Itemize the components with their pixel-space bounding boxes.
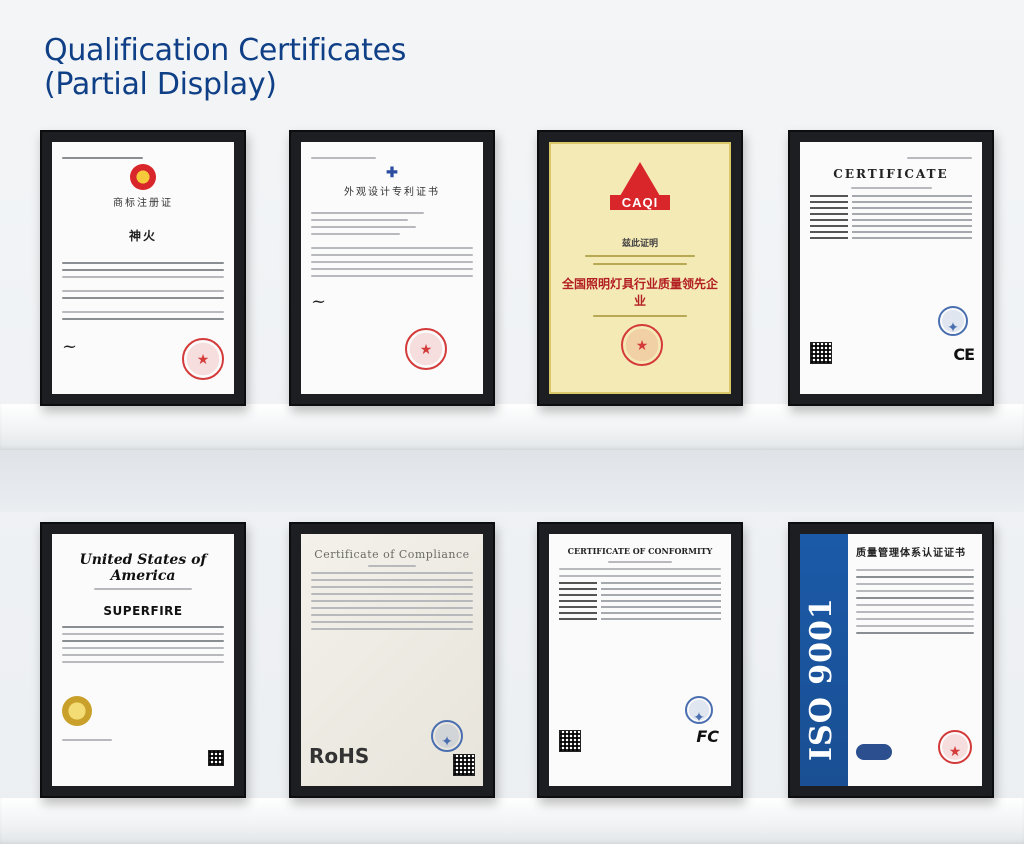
upper-shelf bbox=[0, 404, 1024, 450]
certificate-caqi: CAQI 兹此证明 全国照明灯具行业质量领先企业 bbox=[549, 142, 731, 394]
certificate-frame-design-patent[interactable]: ✚ 外观设计专利证书 ~ bbox=[289, 130, 495, 406]
iaf-logo-icon bbox=[856, 744, 892, 760]
caqi-logo-text: CAQI bbox=[610, 195, 670, 210]
certificate-frame-rohs[interactable]: Certificate of Compliance RoHS bbox=[289, 522, 495, 798]
qr-code-icon bbox=[453, 754, 475, 776]
certificate-heading: CERTIFICATE OF CONFORMITY bbox=[567, 546, 713, 556]
qr-code-icon bbox=[810, 342, 832, 364]
certificate-frame-ce[interactable]: CERTIFICATE CE bbox=[788, 130, 994, 406]
certificate-heading: 商标注册证 bbox=[113, 198, 173, 209]
iso-band-text: ISO 9001 bbox=[804, 597, 839, 761]
page-title-line1: Qualification Certificates bbox=[44, 33, 407, 68]
certificate-ce: CERTIFICATE CE bbox=[800, 142, 982, 394]
page-title-line2: (Partial Display) bbox=[44, 67, 277, 102]
blue-seal-icon bbox=[431, 720, 463, 752]
certificate-heading: CERTIFICATE bbox=[833, 167, 949, 181]
page-title: Qualification Certificates (Partial Disp… bbox=[44, 34, 406, 102]
red-seal-icon bbox=[405, 328, 447, 370]
certificate-heading: 兹此证明 bbox=[621, 239, 658, 249]
certificate-rohs: Certificate of Compliance RoHS bbox=[301, 534, 483, 786]
certificate-frame-caqi[interactable]: CAQI 兹此证明 全国照明灯具行业质量领先企业 bbox=[537, 130, 743, 406]
wall-strip bbox=[0, 450, 1024, 512]
certificate-trademark: 商标注册证 神火 ~ bbox=[52, 142, 234, 394]
gold-seal-icon bbox=[62, 696, 92, 726]
certificate-heading: Certificate of Compliance bbox=[314, 548, 470, 561]
certificate-frame-iso9001[interactable]: ISO 9001 质量管理体系认证证书 bbox=[788, 522, 994, 798]
certificate-iso9001: ISO 9001 质量管理体系认证证书 bbox=[800, 534, 982, 786]
registered-mark: SUPERFIRE bbox=[103, 604, 183, 618]
certificate-frame-fcc[interactable]: CERTIFICATE OF CONFORMITY FC bbox=[537, 522, 743, 798]
certificate-frame-trademark[interactable]: 商标注册证 神火 ~ bbox=[40, 130, 246, 406]
certificate-fcc: CERTIFICATE OF CONFORMITY FC bbox=[549, 534, 731, 786]
certificate-heading: 质量管理体系认证证书 bbox=[856, 548, 966, 559]
certificate-honor-line: 全国照明灯具行业质量领先企业 bbox=[561, 277, 718, 308]
trademark-mark: 神火 bbox=[128, 229, 157, 243]
certificate-us-trademark: United States of America SUPERFIRE bbox=[52, 534, 234, 786]
blue-seal-icon bbox=[938, 306, 968, 336]
blue-seal-icon bbox=[685, 696, 713, 726]
certificate-design-patent: ✚ 外观设计专利证书 ~ bbox=[301, 142, 483, 394]
red-seal-icon bbox=[621, 324, 663, 366]
patent-logo-icon: ✚ bbox=[386, 164, 398, 180]
fcc-mark: FC bbox=[696, 727, 719, 746]
certificate-heading: 外观设计专利证书 bbox=[344, 187, 440, 198]
red-seal-icon bbox=[182, 338, 224, 380]
rohs-mark: RoHS bbox=[309, 744, 370, 768]
caqi-logo-icon: CAQI bbox=[610, 162, 670, 214]
qr-code-icon bbox=[208, 750, 224, 766]
red-seal-icon bbox=[938, 730, 972, 764]
ce-mark: CE bbox=[953, 345, 975, 364]
national-emblem-icon bbox=[130, 164, 156, 190]
lower-shelf bbox=[0, 798, 1024, 844]
qr-code-icon bbox=[559, 730, 581, 752]
certificate-heading: United States of America bbox=[79, 552, 207, 584]
certificate-frame-us-trademark[interactable]: United States of America SUPERFIRE bbox=[40, 522, 246, 798]
iso-blue-band: ISO 9001 bbox=[800, 534, 848, 786]
